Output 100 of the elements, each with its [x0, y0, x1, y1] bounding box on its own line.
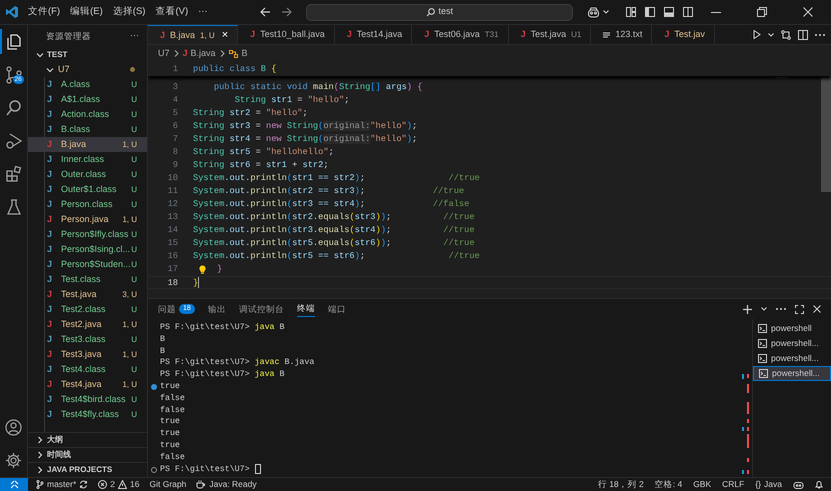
file-item[interactable]: J Test4$bird.class U: [28, 392, 147, 407]
close-icon: [803, 7, 813, 17]
file-item[interactable]: J Test2.java 1, U: [28, 317, 147, 332]
problems-status[interactable]: 2 16: [98, 478, 140, 491]
file-item[interactable]: J Test4$fly.class U: [28, 407, 147, 422]
chevron-icon[interactable]: [36, 466, 44, 474]
line-ending-status[interactable]: CRLF: [722, 478, 744, 491]
breadcrumb-item[interactable]: B: [242, 46, 248, 60]
file-item[interactable]: J Test4.class U: [28, 362, 147, 377]
breadcrumb-item[interactable]: U7: [158, 46, 170, 60]
extensions-icon[interactable]: [4, 164, 22, 182]
file-item[interactable]: J Inner.class U: [28, 152, 147, 167]
terminal-icon: [759, 369, 768, 378]
sidebar-toggle-icon[interactable]: [645, 7, 655, 17]
chevron-icon[interactable]: [36, 436, 44, 444]
compare-icon[interactable]: [781, 30, 791, 40]
copilot-icon[interactable]: [793, 480, 804, 489]
file-item[interactable]: J A.class U: [28, 77, 147, 92]
caret-icon[interactable]: [603, 10, 609, 14]
terminal-list-item[interactable]: powershell...: [753, 366, 831, 381]
git-graph-button[interactable]: Git Graph: [150, 478, 186, 491]
terminal-list-item[interactable]: powershell...: [753, 336, 831, 351]
app-logo-icon: [4, 5, 19, 19]
file-item[interactable]: J Test3.java 1, U: [28, 347, 147, 362]
encoding-status[interactable]: GBK: [693, 478, 712, 491]
terminal-line: false: [160, 452, 185, 462]
back-arrow-icon[interactable]: [260, 7, 271, 17]
file-item[interactable]: J Action.class U: [28, 107, 147, 122]
menu-item[interactable]: 选择(S): [108, 4, 150, 20]
files-icon[interactable]: [4, 32, 22, 50]
terminal-list-item[interactable]: powershell...: [753, 351, 831, 366]
panel-tab[interactable]: 端口: [328, 301, 346, 317]
panel-tab[interactable]: 终端: [296, 301, 315, 317]
file-item[interactable]: J B.java 1, U: [28, 137, 147, 152]
source-control-icon[interactable]: [4, 66, 22, 84]
plus-icon[interactable]: [743, 304, 752, 314]
file-item[interactable]: J Test.java 3, U: [28, 287, 147, 302]
section-header[interactable]: 大纲: [28, 432, 147, 447]
editor-tab[interactable]: J Test14.java: [334, 25, 412, 44]
file-item[interactable]: J Outer$1.class U: [28, 182, 147, 197]
terminal-line: PS F:\git\test\U7> javac B.java: [160, 358, 314, 368]
tree-item[interactable]: U7: [46, 62, 70, 76]
tree-item[interactable]: TEST: [28, 47, 147, 62]
caret-icon[interactable]: [761, 307, 767, 311]
panel-toggle-icon[interactable]: [664, 7, 674, 17]
settings-icon[interactable]: [5, 452, 22, 468]
indentation-status[interactable]: 空格: 4: [654, 478, 682, 491]
search-field[interactable]: test: [306, 4, 573, 20]
run-icon[interactable]: [753, 30, 761, 39]
split-editor-icon[interactable]: [798, 30, 808, 40]
file-item[interactable]: J Person.class U: [28, 197, 147, 212]
close-icon[interactable]: [813, 305, 821, 313]
code-line: String str4 = new String(original:"hello");: [193, 133, 418, 146]
terminal-line: PS F:\git\test\U7> java B: [160, 370, 284, 380]
file-item[interactable]: J Test2.class U: [28, 302, 147, 317]
file-item[interactable]: J A$1.class U: [28, 92, 147, 107]
file-item[interactable]: J Person.java 1, U: [28, 212, 147, 227]
editor-tab[interactable]: J B.java 1, U ×: [148, 25, 238, 44]
file-item[interactable]: J Person$Ising.cl...U: [28, 242, 147, 257]
terminal-list-item[interactable]: powershell: [753, 321, 831, 336]
file-item[interactable]: J B.class U: [28, 122, 147, 137]
flask-icon[interactable]: [4, 198, 22, 216]
file-item[interactable]: J Test4.java 1, U: [28, 377, 147, 392]
breadcrumb-item[interactable]: J B.java: [182, 46, 216, 60]
code-line: System.out.println(str5.equals(str6)); //true: [193, 237, 475, 250]
menu-item[interactable]: 编辑(E): [66, 4, 107, 20]
panel-tab[interactable]: 输出: [208, 301, 226, 317]
chevron-icon[interactable]: [36, 451, 44, 459]
panel-tab[interactable]: 调试控制台: [238, 301, 284, 317]
remote-button[interactable]: [0, 478, 28, 491]
menu-item[interactable]: 查看(V): [151, 4, 192, 20]
chevron-icon[interactable]: [46, 66, 54, 74]
file-item[interactable]: J Test3.class U: [28, 332, 147, 347]
run-debug-icon[interactable]: [4, 132, 22, 150]
file-item[interactable]: J Test.class U: [28, 272, 147, 287]
cursor-position[interactable]: 行 18，列 2: [598, 478, 644, 491]
more-actions-button[interactable]: ···: [130, 29, 139, 43]
layout-icon[interactable]: [626, 7, 636, 17]
bell-icon[interactable]: [815, 480, 823, 489]
file-item[interactable]: J Outer.class U: [28, 167, 147, 182]
account-icon[interactable]: [5, 418, 22, 436]
split-layout-icon[interactable]: [683, 7, 693, 17]
lightbulb-icon[interactable]: [199, 265, 206, 274]
forward-arrow-icon[interactable]: [280, 7, 292, 17]
terminal-line: true: [160, 382, 180, 391]
branch-status[interactable]: master*: [36, 478, 88, 491]
section-header[interactable]: 时间线: [28, 447, 147, 462]
file-item[interactable]: J Person$Ifly.class U: [28, 227, 147, 242]
more-menu-button[interactable]: ···: [194, 4, 212, 20]
chevron-icon[interactable]: [36, 50, 44, 58]
language-status[interactable]: {} Java: [755, 478, 782, 491]
search-icon[interactable]: [4, 98, 22, 116]
editor-tab[interactable]: J Test.java U1: [508, 25, 592, 44]
caret-icon[interactable]: [768, 32, 774, 36]
java-status[interactable]: Java: Ready: [196, 478, 257, 491]
maximize-icon[interactable]: [795, 304, 804, 314]
menu-item[interactable]: 文件(F): [24, 4, 64, 20]
line-number: 16: [166, 250, 178, 263]
file-item[interactable]: J Person$Studen...U: [28, 257, 147, 272]
copilot-icon[interactable]: [587, 6, 600, 18]
